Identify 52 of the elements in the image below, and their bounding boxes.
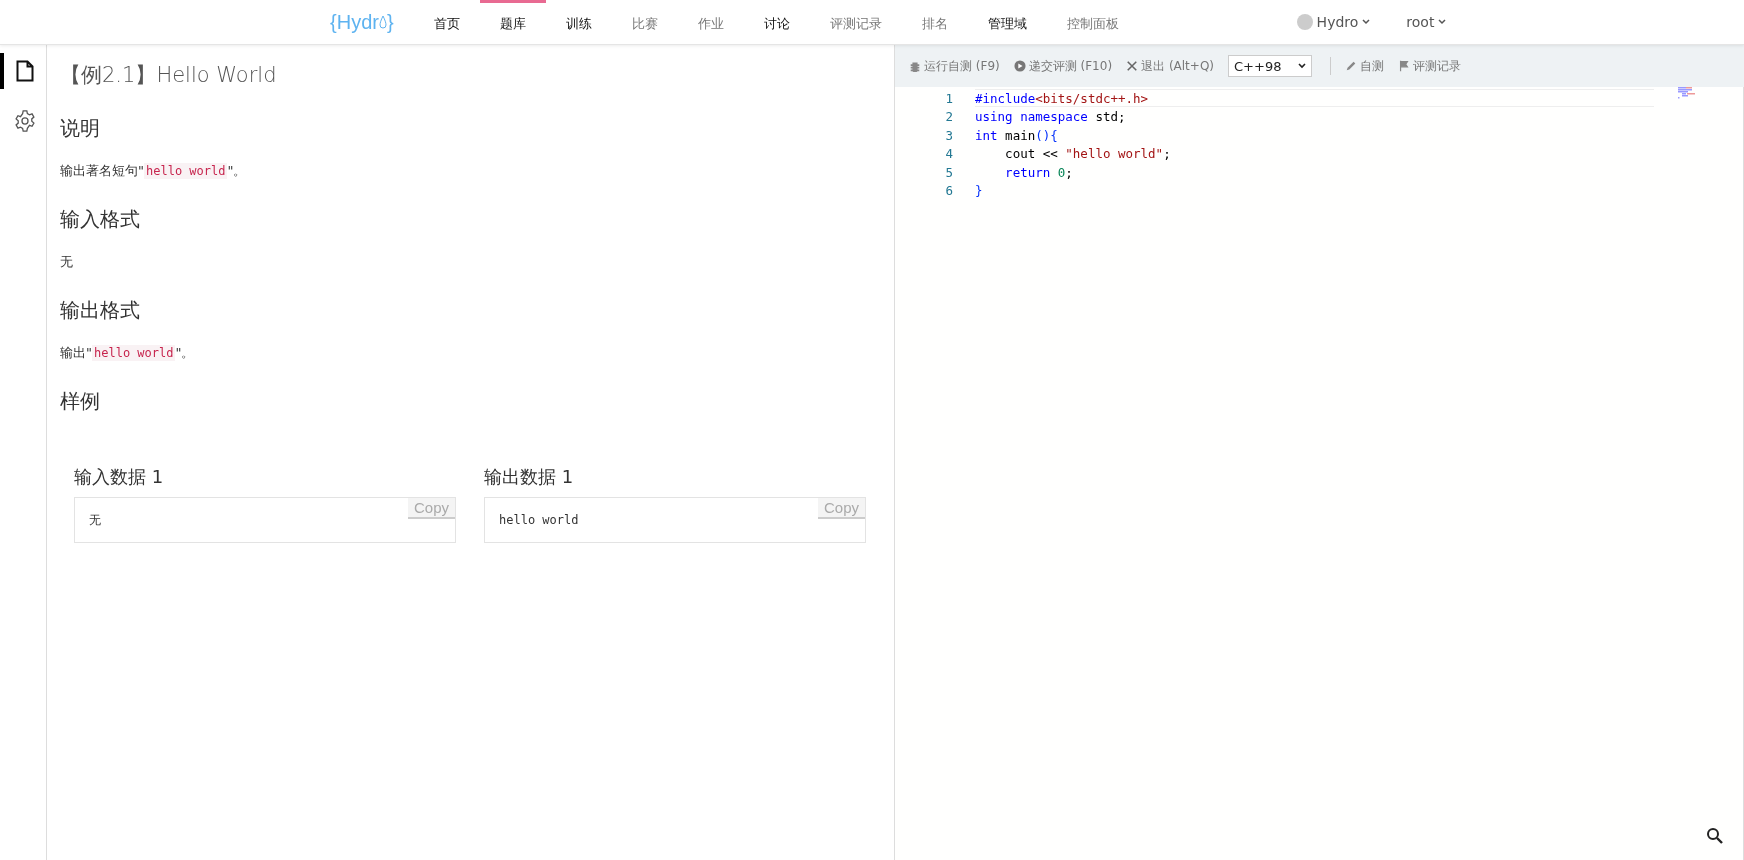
nav-link[interactable]: 作业 [677, 0, 744, 44]
nav-link[interactable]: 控制面板 [1046, 0, 1139, 44]
nav-link[interactable]: 首页 [413, 0, 480, 44]
close-icon [1126, 60, 1139, 72]
file-icon [16, 60, 34, 82]
section-heading: 样例 [60, 388, 101, 415]
caret-icon [1438, 19, 1447, 25]
pretest-button[interactable]: 自测 [1345, 57, 1384, 75]
nav-link[interactable]: 训练 [545, 0, 612, 44]
code-line: #include<bits/stdc++.h> [975, 89, 1654, 108]
submit-button[interactable]: 递交评测 (F10) [1013, 57, 1113, 75]
caret-icon [1362, 19, 1371, 25]
records-button[interactable]: 评测记录 [1398, 57, 1461, 75]
section-heading: 输出格式 [60, 297, 141, 324]
language-select[interactable]: C++98 [1228, 55, 1312, 77]
sample-content: hello world [499, 513, 579, 527]
nav-link[interactable]: 评测记录 [809, 0, 902, 44]
sample-title: 输入数据 1 [74, 465, 165, 489]
domain-menu[interactable]: Hydro [1278, 14, 1389, 30]
nav-link[interactable]: 题库 [479, 0, 546, 44]
section-heading: 输入格式 [60, 206, 141, 233]
flag-icon [1398, 60, 1410, 72]
line-number: 6 [944, 183, 954, 199]
code-line: int main(){ [975, 127, 1059, 144]
caret-icon [1298, 63, 1306, 69]
code-line: } [975, 182, 984, 199]
line-number: 2 [944, 109, 954, 125]
code-line: using namespace std; [975, 108, 1127, 125]
nav-link[interactable]: 排名 [901, 0, 968, 44]
sample-title: 输出数据 1 [484, 465, 575, 489]
nav-link[interactable]: 比赛 [611, 0, 678, 44]
run-button[interactable]: 运行自测 (F9) [909, 57, 1000, 75]
line-number: 3 [944, 127, 954, 143]
sample-content: 无 [89, 511, 101, 529]
problem-title: 【例2.1】Hello World [60, 62, 278, 89]
section-text: 输出著名短句"hello world"。 [60, 162, 248, 180]
line-number: 5 [944, 164, 954, 180]
search-icon[interactable] [1706, 827, 1724, 845]
code-line: cout << "hello world"; [1004, 145, 1172, 162]
nav-link[interactable]: 讨论 [743, 0, 810, 44]
section-text: 无 [60, 253, 74, 271]
code-line: return 0; [1004, 164, 1074, 181]
settings-icon [14, 110, 36, 132]
exit-button[interactable]: 退出 (Alt+Q) [1126, 57, 1214, 75]
nav-link[interactable]: 管理域 [967, 0, 1047, 44]
pencil-icon [1345, 60, 1357, 72]
play-icon [1013, 60, 1026, 72]
bug-icon [909, 60, 921, 72]
section-heading: 说明 [60, 115, 101, 142]
line-number: 4 [944, 146, 954, 162]
user-menu[interactable]: root [1388, 14, 1465, 30]
line-number: 1 [944, 90, 954, 106]
